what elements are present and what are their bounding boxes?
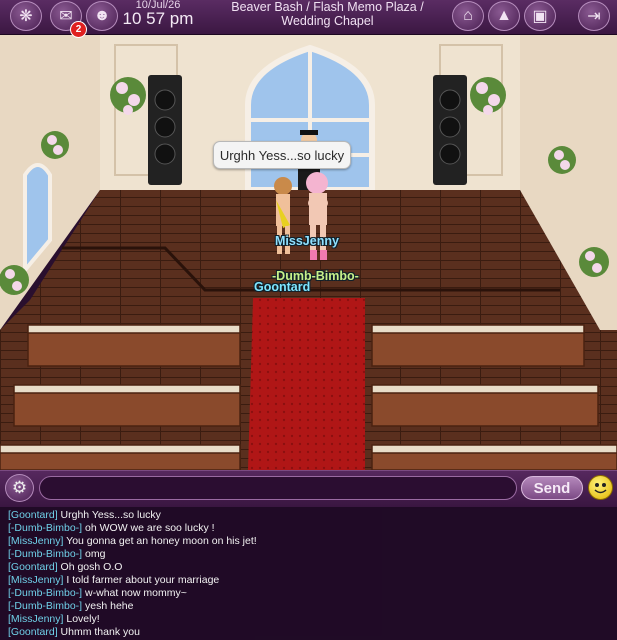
exit-icon[interactable]: ⇥ bbox=[578, 1, 610, 31]
chapel-scene[interactable] bbox=[0, 30, 617, 470]
name-missjenny[interactable]: MissJenny bbox=[275, 234, 339, 248]
time-display: 10 57 pm bbox=[122, 9, 194, 28]
chat-message: [MissJenny] You gonna get an honey moon … bbox=[8, 535, 257, 547]
compass-icon[interactable]: ❋ bbox=[10, 1, 42, 31]
gear-icon[interactable]: ⚙ bbox=[5, 474, 34, 502]
shirt-icon[interactable]: ▲ bbox=[488, 1, 520, 31]
send-button[interactable]: Send bbox=[521, 476, 583, 500]
speech-bubble: Urghh Yess...so lucky bbox=[213, 141, 351, 169]
chat-message: [MissJenny] I told farmer about your mar… bbox=[8, 574, 220, 586]
mail-count-badge: 2 bbox=[70, 21, 87, 38]
bag-icon[interactable]: ▣ bbox=[524, 1, 556, 31]
chat-message: [-Dumb-Bimbo-] omg bbox=[8, 548, 106, 560]
name-goontard[interactable]: Goontard bbox=[254, 280, 310, 294]
chat-message: [Goontard] Uhmm thank you bbox=[8, 626, 140, 638]
chat-message: [Goontard] Urghh Yess...so lucky bbox=[8, 509, 161, 521]
chat-log[interactable]: [Goontard] Urghh Yess...so lucky [-Dumb-… bbox=[0, 507, 617, 640]
chat-message: [MissJenny] Lovely! bbox=[8, 613, 100, 625]
chat-message: [-Dumb-Bimbo-] oh WOW we are soo lucky ! bbox=[8, 522, 215, 534]
smiley-icon[interactable] bbox=[588, 475, 613, 500]
chat-message: [-Dumb-Bimbo-] yesh hehe bbox=[8, 600, 134, 612]
chat-message: [-Dumb-Bimbo-] w-what now mommy~ bbox=[8, 587, 187, 599]
location-room: Wedding Chapel bbox=[281, 14, 374, 28]
chat-message: [Goontard] Oh gosh O.O bbox=[8, 561, 123, 573]
home-icon[interactable]: ⌂ bbox=[452, 1, 484, 31]
location-path: Beaver Bash / Flash Memo Plaza / bbox=[231, 0, 424, 14]
friends-icon[interactable]: ☻ bbox=[86, 1, 118, 31]
red-carpet[interactable] bbox=[248, 298, 365, 470]
chat-input[interactable] bbox=[39, 476, 517, 500]
